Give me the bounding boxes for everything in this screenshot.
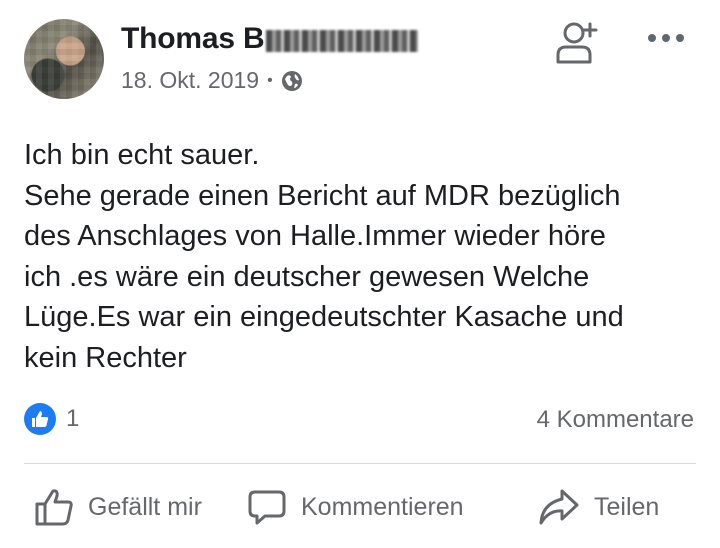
comment-button-label: Kommentieren [301, 492, 464, 521]
share-icon [539, 489, 579, 525]
like-button[interactable]: Gefällt mir [34, 487, 202, 527]
share-button-label: Teilen [594, 492, 660, 521]
post-text-line: Sehe gerade einen Bericht auf MDR bezügl… [24, 179, 621, 212]
action-bar: Gefällt mir Kommentieren Teilen [0, 487, 720, 537]
post-text-line: des Anschlages von Halle.Immer wieder hö… [24, 220, 606, 252]
like-count: 1 [66, 405, 80, 432]
post-text: Ich bin echt sauer. Sehe gerade einen Be… [24, 135, 704, 378]
avatar[interactable] [24, 19, 104, 99]
comments-count[interactable]: 4 Kommentare [537, 406, 694, 434]
add-friend-button[interactable] [552, 18, 602, 68]
like-reaction-icon [24, 403, 56, 435]
divider [24, 463, 696, 464]
post-date[interactable]: 18. Okt. 2019 [121, 67, 259, 94]
post-text-line: Ich bin echt sauer. [24, 139, 260, 171]
post-meta: 18. Okt. 2019 • [121, 67, 303, 94]
more-options-icon [648, 34, 656, 42]
thumbs-up-icon [35, 489, 73, 526]
more-options-button[interactable] [648, 27, 684, 49]
comment-button[interactable]: Kommentieren [247, 487, 464, 527]
reaction-summary[interactable]: 1 [24, 403, 79, 435]
post-text-line: ich .es wäre ein deutscher gewesen Welch… [24, 260, 590, 293]
globe-icon [281, 70, 302, 91]
author-name-text[interactable]: Thomas B [121, 22, 265, 56]
meta-separator: • [267, 71, 273, 89]
add-friend-icon [556, 22, 598, 64]
like-button-label: Gefällt mir [88, 492, 202, 521]
share-button[interactable]: Teilen [538, 487, 659, 527]
author-name[interactable]: Thomas B [121, 22, 419, 56]
post-text-line: kein Rechter [24, 341, 187, 374]
comment-icon [248, 490, 286, 525]
author-surname-blurred [266, 29, 419, 52]
post-text-line: Lüge.Es war ein eingedeutschter Kasache … [24, 301, 624, 333]
